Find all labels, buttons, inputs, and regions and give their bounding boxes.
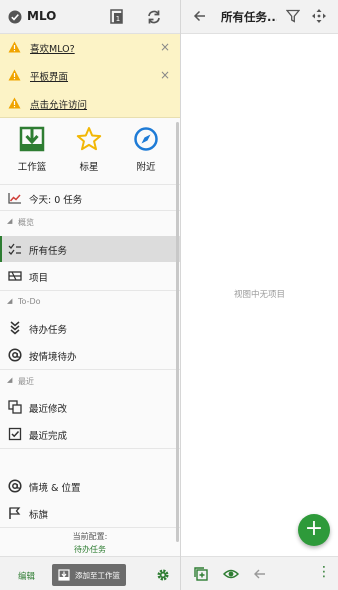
close-icon[interactable]: × [160,68,170,82]
gear-icon[interactable] [156,568,170,582]
warning-icon [8,41,21,53]
left-toolbar: MLO 1 [0,0,180,34]
nav-label: 所有任务 [29,246,68,257]
flag-icon [9,507,21,519]
checklist-icon [8,243,21,255]
back-arrow-icon[interactable] [253,567,267,581]
nav-flags[interactable]: 标旗 [0,500,180,526]
add-task-fab[interactable]: + [298,514,330,546]
nav-recently-modified[interactable]: 最近修改 [0,394,180,420]
nav-recently-done[interactable]: 最近完成 [0,421,180,447]
quick-nearby[interactable]: 附近 [118,124,174,184]
right-toolbar: 所有任务... [181,0,338,34]
quick-label: 附近 [136,162,156,173]
chart-icon [8,193,21,204]
section-todo[interactable]: ◢ To-Do [0,290,180,312]
notice-text[interactable]: 点击允许访问 [30,97,87,111]
section-overview[interactable]: ◢ 概览 [0,210,180,232]
current-config-value[interactable]: 待办任务 [0,544,180,555]
warning-icon [8,97,21,109]
quick-starred[interactable]: 标星 [61,124,117,184]
navigation-pane: MLO 1 喜欢MLO? × 平板界面 × 点击允许访问 工作篮 标星 附近 今… [0,0,180,590]
plus-icon: + [304,516,324,541]
close-icon[interactable]: × [160,40,170,54]
quick-inbox[interactable]: 工作篮 [4,124,60,184]
collapse-arrow-icon: ◢ [7,297,13,305]
tablet-view-icon[interactable]: 1 [108,8,126,26]
nav-contexts-locations[interactable]: 情境 & 位置 [0,473,180,499]
section-title: 概览 [18,218,34,227]
filter-icon[interactable] [286,9,300,23]
copy-icon [8,400,22,414]
app-title: MLO [27,9,57,23]
quick-access-bar: 工作篮 标星 附近 [0,118,180,184]
today-summary[interactable]: 今天: 0 任务 [0,184,180,210]
quick-label: 工作篮 [17,162,47,173]
notice-text[interactable]: 喜欢MLO? [30,41,75,55]
add-to-inbox-button[interactable]: 添加至工作篮 [52,564,126,586]
current-config-label: 当前配置: [72,532,108,541]
eye-icon[interactable] [223,568,239,580]
nav-pending-tasks[interactable]: 待办任务 [0,315,180,341]
scrollbar[interactable] [176,122,179,542]
right-bottom-bar: ⋮ [181,556,338,590]
edit-button[interactable]: 编辑 [18,570,35,582]
left-bottom-bar: 编辑 添加至工作篮 [0,556,180,590]
collapse-arrow-icon: ◢ [7,376,13,384]
notice-list: 喜欢MLO? × 平板界面 × 点击允许访问 [0,34,180,118]
checkbox-checked-icon [8,427,22,441]
quick-label: 标星 [79,162,99,173]
today-text: 今天: 0 任务 [29,195,83,206]
more-menu-icon[interactable]: ⋮ [317,565,331,579]
add-to-inbox-label: 添加至工作篮 [75,571,120,580]
chevrons-down-icon [10,321,20,335]
section-title: To-Do [18,297,41,306]
section-title: 最近 [18,377,34,386]
nav-label: 按情境待办 [29,352,77,363]
at-sign-icon [8,479,22,493]
nav-label: 标旗 [29,510,49,521]
nav-by-context[interactable]: 按情境待办 [0,342,180,368]
nav-label: 最近完成 [29,431,68,442]
back-arrow-icon[interactable] [193,8,207,24]
sync-icon[interactable] [145,8,163,26]
add-subtask-icon[interactable] [194,567,208,581]
star-icon [76,127,102,151]
notice-item[interactable]: 平板界面 × [0,62,180,90]
notice-item[interactable]: 点击允许访问 [0,90,180,118]
divider [0,448,180,449]
inbox-download-icon [19,126,45,152]
nav-label: 项目 [29,273,49,284]
move-arrows-icon[interactable] [311,8,327,24]
current-config[interactable]: 当前配置: 待办任务 [0,528,180,556]
compass-icon [134,127,158,151]
collapse-arrow-icon: ◢ [7,217,13,225]
nav-all-tasks[interactable]: 所有任务 [0,236,180,262]
nav-label: 情境 & 位置 [29,483,81,494]
nav-label: 待办任务 [29,325,68,336]
empty-view-message: 视图中无项目 [233,290,285,300]
notice-text[interactable]: 平板界面 [30,69,68,83]
view-title[interactable]: 所有任务... [221,9,277,25]
inbox-icon [58,569,70,581]
app-root: MLO 1 喜欢MLO? × 平板界面 × 点击允许访问 工作篮 标星 附近 今… [0,0,338,590]
at-sign-icon [8,348,22,362]
nav-label: 最近修改 [29,404,68,415]
projects-icon [8,271,22,281]
section-recent[interactable]: ◢ 最近 [0,369,180,391]
nav-projects[interactable]: 项目 [0,263,180,289]
warning-icon [8,69,21,81]
app-check-icon [8,10,22,24]
notice-item[interactable]: 喜欢MLO? × [0,34,180,62]
svg-text:1: 1 [116,15,120,23]
